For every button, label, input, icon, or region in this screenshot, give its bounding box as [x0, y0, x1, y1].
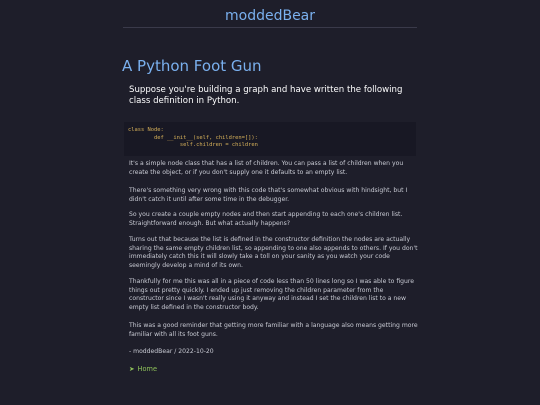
- code-block: class Node: def __init__(self, children=…: [124, 122, 416, 157]
- lead-paragraph: Suppose you're building a graph and have…: [129, 85, 403, 106]
- paragraph-2: There's something very wrong with this c…: [129, 187, 408, 203]
- paragraph-5: Thankfully for me this was all in a piec…: [129, 278, 415, 312]
- paragraph-3: So you create a couple empty nodes and t…: [129, 211, 403, 227]
- site-header: moddedBear: [0, 0, 540, 28]
- header-divider: [123, 27, 417, 28]
- paragraph-6: This was a good reminder that getting mo…: [129, 322, 418, 338]
- paragraph-1: It's a simple node class that has a list…: [129, 160, 404, 176]
- home-link-label: Home: [137, 365, 158, 373]
- post-title: A Python Foot Gun: [122, 57, 262, 75]
- arrow-right-icon: ➤: [129, 365, 135, 373]
- home-link[interactable]: ➤ Home: [129, 365, 157, 374]
- site-title[interactable]: moddedBear: [225, 8, 315, 24]
- byline: - moddedBear / 2022-10-20: [129, 348, 214, 355]
- paragraph-4: Turns out that because the list is defin…: [129, 236, 418, 270]
